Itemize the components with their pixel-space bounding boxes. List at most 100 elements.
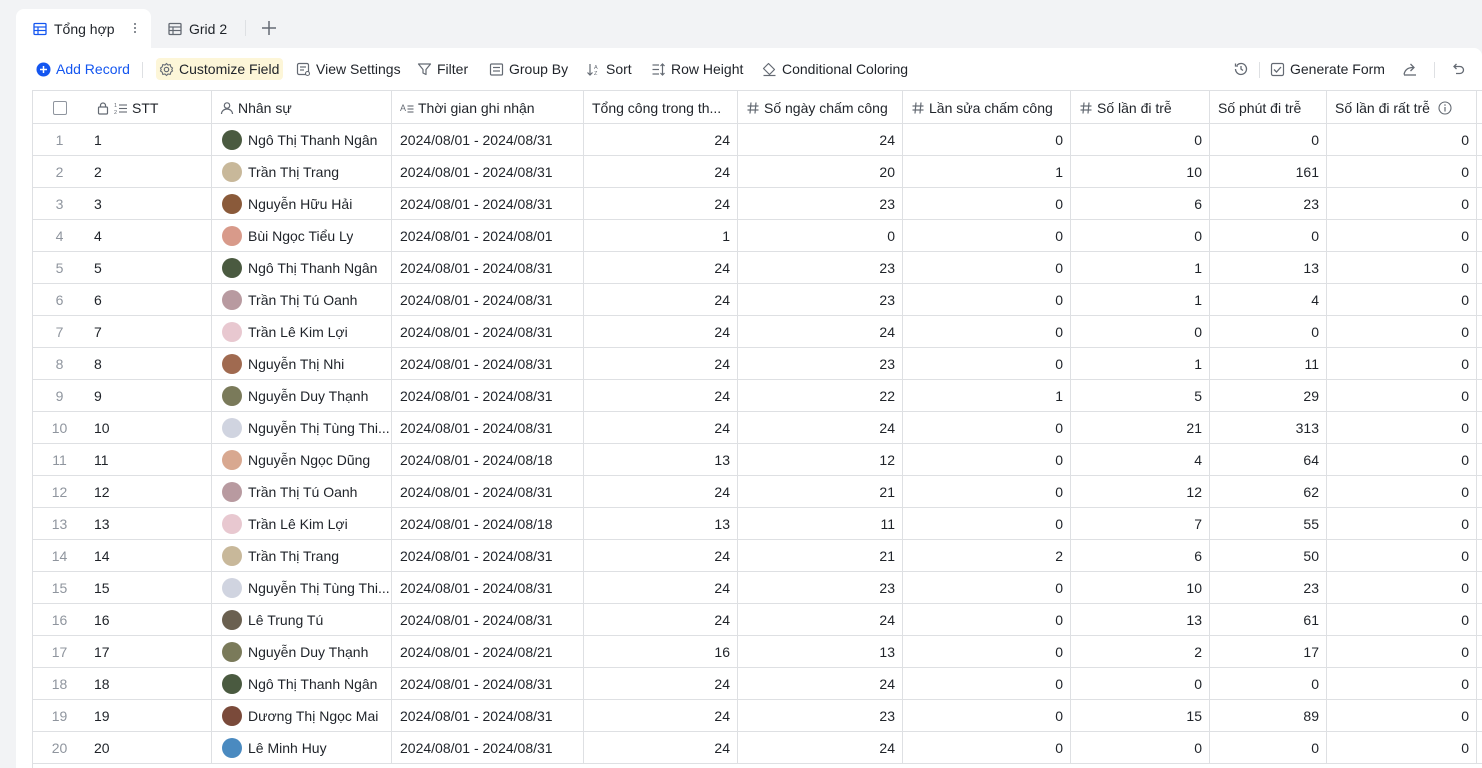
cell-tong-cong[interactable]: 24 xyxy=(584,156,738,187)
cell-so-ngay-cham-cong[interactable]: 23 xyxy=(738,188,903,219)
cell-so-lan-di-tre[interactable]: 1 xyxy=(1071,348,1210,379)
cell-so-ngay-cham-cong[interactable]: 24 xyxy=(738,668,903,699)
cell-so-ngay-cham-cong[interactable]: 23 xyxy=(738,284,903,315)
column-header-so-phut-di-tre[interactable]: Số phút đi trễ xyxy=(1210,91,1327,124)
cell-so-phut-di-tre[interactable]: 23 xyxy=(1210,572,1327,603)
cell-so-lan-di-rat-tre[interactable]: 0 xyxy=(1327,284,1477,315)
cell-thoi-gian[interactable]: 2024/08/01 - 2024/08/31 xyxy=(392,604,584,635)
cell-nhan-su[interactable]: Trần Thị Tú Oanh xyxy=(212,476,392,507)
cell-lan-sua[interactable]: 1 xyxy=(903,380,1071,411)
cell-nhan-su[interactable]: Nguyễn Ngọc Dũng xyxy=(212,444,392,475)
cell-so-phut-di-tre[interactable]: 0 xyxy=(1210,732,1327,763)
cell-lan-sua[interactable]: 0 xyxy=(903,188,1071,219)
cell-so-ngay-cham-cong[interactable]: 24 xyxy=(738,124,903,155)
cell-lan-sua[interactable]: 0 xyxy=(903,348,1071,379)
cell-so-lan-di-rat-tre[interactable]: 0 xyxy=(1327,604,1477,635)
cell-thoi-gian[interactable]: 2024/08/01 - 2024/08/18 xyxy=(392,444,584,475)
cell-stt[interactable]: 18 xyxy=(86,668,212,699)
cell-so-lan-di-tre[interactable]: 0 xyxy=(1071,220,1210,251)
filter-button[interactable]: Filter xyxy=(417,58,468,80)
cell-nhan-su[interactable]: Nguyễn Thị Tùng Thi... xyxy=(212,412,392,443)
sort-button[interactable]: AZ Sort xyxy=(586,58,632,80)
cell-stt[interactable]: 13 xyxy=(86,508,212,539)
cell-so-ngay-cham-cong[interactable]: 22 xyxy=(738,380,903,411)
cell-tong-cong[interactable]: 24 xyxy=(584,252,738,283)
cell-lan-sua[interactable]: 0 xyxy=(903,508,1071,539)
cell-so-lan-di-rat-tre[interactable]: 0 xyxy=(1327,412,1477,443)
cell-so-lan-di-tre[interactable]: 12 xyxy=(1071,476,1210,507)
cell-nhan-su[interactable]: Lê Trung Tú xyxy=(212,604,392,635)
add-view-icon[interactable] xyxy=(260,19,278,37)
cell-so-lan-di-rat-tre[interactable]: 0 xyxy=(1327,220,1477,251)
cell-nhan-su[interactable]: Nguyễn Duy Thạnh xyxy=(212,380,392,411)
cell-tong-cong[interactable]: 24 xyxy=(584,572,738,603)
cell-so-phut-di-tre[interactable]: 0 xyxy=(1210,220,1327,251)
cell-so-lan-di-tre[interactable]: 10 xyxy=(1071,156,1210,187)
column-header-so-lan-di-rat-tre[interactable]: Số lần đi rất trễ xyxy=(1327,91,1477,124)
cell-so-lan-di-tre[interactable]: 10 xyxy=(1071,572,1210,603)
cell-so-lan-di-rat-tre[interactable]: 0 xyxy=(1327,380,1477,411)
cell-stt[interactable]: 3 xyxy=(86,188,212,219)
cell-so-phut-di-tre[interactable]: 0 xyxy=(1210,668,1327,699)
tab-tong-hop[interactable]: Tổng hợp xyxy=(16,9,151,48)
table-row[interactable]: 8 8 Nguyễn Thị Nhi 2024/08/01 - 2024/08/31 2… xyxy=(33,348,1482,380)
cell-nhan-su[interactable]: Ngô Thị Thanh Ngân xyxy=(212,668,392,699)
cell-so-ngay-cham-cong[interactable]: 24 xyxy=(738,732,903,763)
cell-thoi-gian[interactable]: 2024/08/01 - 2024/08/31 xyxy=(392,700,584,731)
generate-form-button[interactable]: Generate Form xyxy=(1270,58,1385,80)
table-row[interactable]: 3 3 Nguyễn Hữu Hải 2024/08/01 - 2024/08/31 2… xyxy=(33,188,1482,220)
cell-so-ngay-cham-cong[interactable]: 23 xyxy=(738,700,903,731)
column-header-tong-cong[interactable]: Tổng công trong th... xyxy=(584,91,738,124)
cell-stt[interactable]: 16 xyxy=(86,604,212,635)
cell-thoi-gian[interactable]: 2024/08/01 - 2024/08/31 xyxy=(392,284,584,315)
cell-so-phut-di-tre[interactable]: 0 xyxy=(1210,316,1327,347)
group-by-button[interactable]: Group By xyxy=(489,58,568,80)
table-row[interactable]: 14 14 Trần Thị Trang 2024/08/01 - 2024/08/3… xyxy=(33,540,1482,572)
cell-nhan-su[interactable]: Ngô Thị Thanh Ngân xyxy=(212,252,392,283)
cell-stt[interactable]: 9 xyxy=(86,380,212,411)
cell-so-lan-di-tre[interactable]: 7 xyxy=(1071,508,1210,539)
cell-so-lan-di-rat-tre[interactable]: 0 xyxy=(1327,700,1477,731)
cell-lan-sua[interactable]: 0 xyxy=(903,572,1071,603)
cell-nhan-su[interactable]: Ngô Thị Thanh Ngân xyxy=(212,124,392,155)
add-record-button[interactable]: Add Record xyxy=(36,58,130,80)
cell-stt[interactable]: 14 xyxy=(86,540,212,571)
cell-so-phut-di-tre[interactable]: 61 xyxy=(1210,604,1327,635)
cell-stt[interactable]: 6 xyxy=(86,284,212,315)
cell-so-lan-di-rat-tre[interactable]: 0 xyxy=(1327,668,1477,699)
cell-so-phut-di-tre[interactable]: 62 xyxy=(1210,476,1327,507)
cell-so-ngay-cham-cong[interactable]: 12 xyxy=(738,444,903,475)
cell-lan-sua[interactable]: 0 xyxy=(903,284,1071,315)
cell-thoi-gian[interactable]: 2024/08/01 - 2024/08/21 xyxy=(392,636,584,667)
table-row[interactable]: 18 18 Ngô Thị Thanh Ngân 2024/08/01 - 2024/… xyxy=(33,668,1482,700)
cell-thoi-gian[interactable]: 2024/08/01 - 2024/08/31 xyxy=(392,380,584,411)
cell-nhan-su[interactable]: Trần Thị Trang xyxy=(212,540,392,571)
cell-so-lan-di-rat-tre[interactable]: 0 xyxy=(1327,188,1477,219)
cell-so-lan-di-tre[interactable]: 1 xyxy=(1071,252,1210,283)
more-vertical-icon[interactable] xyxy=(133,21,137,35)
cell-nhan-su[interactable]: Trần Lê Kim Lợi xyxy=(212,508,392,539)
cell-so-ngay-cham-cong[interactable]: 23 xyxy=(738,252,903,283)
table-row[interactable]: 11 11 Nguyễn Ngọc Dũng 2024/08/01 - 2024/08… xyxy=(33,444,1482,476)
cell-lan-sua[interactable]: 0 xyxy=(903,252,1071,283)
cell-lan-sua[interactable]: 0 xyxy=(903,476,1071,507)
cell-tong-cong[interactable]: 24 xyxy=(584,700,738,731)
cell-so-lan-di-rat-tre[interactable]: 0 xyxy=(1327,124,1477,155)
cell-so-lan-di-tre[interactable]: 6 xyxy=(1071,540,1210,571)
cell-so-ngay-cham-cong[interactable]: 0 xyxy=(738,220,903,251)
cell-so-phut-di-tre[interactable]: 50 xyxy=(1210,540,1327,571)
table-row[interactable]: 15 15 Nguyễn Thị Tùng Thi... 2024/08/01 - 2… xyxy=(33,572,1482,604)
cell-lan-sua[interactable]: 0 xyxy=(903,732,1071,763)
cell-so-lan-di-rat-tre[interactable]: 0 xyxy=(1327,316,1477,347)
cell-so-phut-di-tre[interactable]: 13 xyxy=(1210,252,1327,283)
cell-stt[interactable]: 11 xyxy=(86,444,212,475)
cell-stt[interactable]: 19 xyxy=(86,700,212,731)
share-icon[interactable] xyxy=(1402,61,1418,77)
table-row[interactable]: 7 7 Trần Lê Kim Lợi 2024/08/01 - 2024/08/31… xyxy=(33,316,1482,348)
cell-lan-sua[interactable]: 0 xyxy=(903,636,1071,667)
cell-tong-cong[interactable]: 24 xyxy=(584,668,738,699)
cell-so-phut-di-tre[interactable]: 11 xyxy=(1210,348,1327,379)
cell-thoi-gian[interactable]: 2024/08/01 - 2024/08/31 xyxy=(392,540,584,571)
cell-nhan-su[interactable]: Lê Minh Huy xyxy=(212,732,392,763)
cell-so-lan-di-rat-tre[interactable]: 0 xyxy=(1327,156,1477,187)
